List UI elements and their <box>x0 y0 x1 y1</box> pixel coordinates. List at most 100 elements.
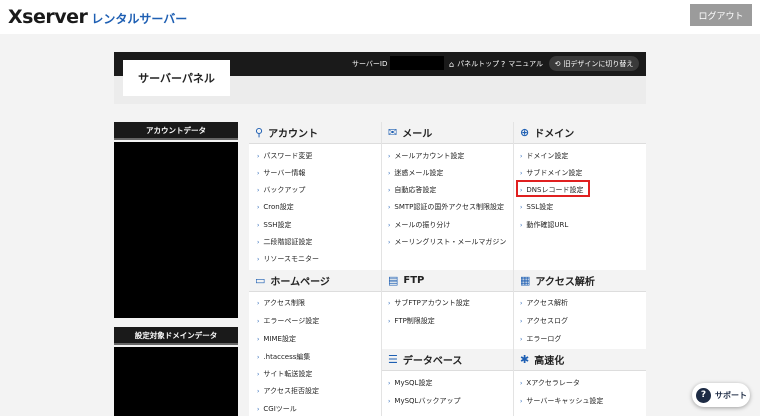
database-section-header: ☰ データベース <box>382 349 513 371</box>
account-section-title: アカウント <box>268 129 319 140</box>
top-bar: Xserver レンタルサーバー ログアウト <box>0 0 760 34</box>
menu-item-ssh[interactable]: › SSH設定 <box>257 220 292 230</box>
arrow-icon: › <box>257 405 260 413</box>
manual-label: マニュアル <box>508 60 544 68</box>
mail-section-title: メール <box>402 129 433 140</box>
menu-item-mysql[interactable]: › MySQL設定 <box>388 378 432 388</box>
arrow-icon: › <box>257 317 260 325</box>
menu-item-label: エラーログ <box>526 335 562 343</box>
menu-item-label: Xアクセラレータ <box>526 379 580 387</box>
logout-button[interactable]: ログアウト <box>690 4 752 26</box>
arrow-icon: › <box>257 186 260 194</box>
domain-section-title: ドメイン <box>534 129 575 140</box>
arrow-icon: › <box>388 186 391 194</box>
manual-link[interactable]: ? マニュアル <box>501 59 543 69</box>
menu-item-label: MIME設定 <box>263 335 296 343</box>
menu-item-resource-monitor[interactable]: › リソースモニター <box>257 254 319 264</box>
menu-item-autoreply[interactable]: › 自動応答設定 <box>388 185 436 195</box>
menu-item-access-log[interactable]: › アクセスログ <box>520 316 568 326</box>
menu-item-label: 迷惑メール設定 <box>394 169 444 177</box>
arrow-icon: › <box>257 152 260 160</box>
speed-icon: ✱ <box>520 353 530 366</box>
logo-main: Xserver <box>8 6 88 28</box>
ftp-section-header: ▤ FTP <box>382 270 513 292</box>
menu-item-label: .htaccess編集 <box>263 353 311 361</box>
menu-item-2fa[interactable]: › 二段階認証設定 <box>257 237 312 247</box>
menu-item-label: サブドメイン設定 <box>526 169 583 177</box>
arrow-icon: › <box>388 169 391 177</box>
menu-item-label: サーバー情報 <box>263 169 306 177</box>
menu-item-label: バックアップ <box>263 186 306 194</box>
arrow-icon: › <box>257 387 260 395</box>
arrow-icon: › <box>520 221 523 229</box>
domain-data-block <box>114 347 238 416</box>
menu-item-mail-filter[interactable]: › メールの振り分け <box>388 220 450 230</box>
arrow-icon: › <box>257 335 260 343</box>
arrow-icon: › <box>520 379 523 387</box>
menu-item-label: 自動応答設定 <box>394 186 437 194</box>
menu-item-server-info[interactable]: › サーバー情報 <box>257 168 305 178</box>
menu-item-site-redirect[interactable]: › サイト転送設定 <box>257 369 312 379</box>
menu-item-cron[interactable]: › Cron設定 <box>257 202 294 212</box>
chart-icon: ▦ <box>520 274 531 287</box>
menu-item-mime[interactable]: › MIME設定 <box>257 334 296 344</box>
menu-item-subdomain[interactable]: › サブドメイン設定 <box>520 168 582 178</box>
menu-item-domain-settings[interactable]: › ドメイン設定 <box>520 151 568 161</box>
panel-top-link[interactable]: ⌂ パネルトップ <box>449 59 499 69</box>
menu-item-label: アクセスログ <box>526 317 569 325</box>
arrow-icon: › <box>257 238 260 246</box>
switch-icon: ⟲ <box>554 59 561 68</box>
menu-item-spam[interactable]: › 迷惑メール設定 <box>388 168 443 178</box>
menu-item-label: MySQLバックアップ <box>394 397 461 405</box>
menu-item-access-analytics[interactable]: › アクセス解析 <box>520 298 568 308</box>
xserver-logo[interactable]: Xserver レンタルサーバー <box>8 6 187 28</box>
mail-icon: ✉ <box>388 126 398 139</box>
arrow-icon: › <box>257 299 260 307</box>
arrow-icon: › <box>520 397 523 405</box>
menu-item-mailing-list[interactable]: › メーリングリスト・メールマガジン <box>388 237 506 247</box>
menu-item-mail-account[interactable]: › メールアカウント設定 <box>388 151 464 161</box>
arrow-icon: › <box>520 203 523 211</box>
menu-item-error-page[interactable]: › エラーページ設定 <box>257 316 319 326</box>
menu-item-sub-ftp[interactable]: › サブFTPアカウント設定 <box>388 298 470 308</box>
old-design-button[interactable]: ⟲ 旧デザインに切り替え <box>549 56 639 71</box>
analytics-section-header: ▦ アクセス解析 <box>514 270 646 292</box>
menu-item-access-deny[interactable]: › アクセス拒否設定 <box>257 386 319 396</box>
menu-item-access-restriction[interactable]: › アクセス制限 <box>257 298 305 308</box>
menu-item-ssl[interactable]: › SSL設定 <box>520 202 553 212</box>
menu-item-htaccess[interactable]: › .htaccess編集 <box>257 352 310 362</box>
menu-item-ftp-restriction[interactable]: › FTP制限設定 <box>388 316 435 326</box>
support-label: サポート <box>715 390 747 400</box>
menu-item-label: アクセス制限 <box>263 299 306 307</box>
support-button[interactable]: ? サポート <box>692 383 750 407</box>
ftp-icon: ▤ <box>388 274 399 287</box>
arrow-icon: › <box>388 299 391 307</box>
menu-item-mysql-backup[interactable]: › MySQLバックアップ <box>388 396 460 406</box>
menu-item-server-cache[interactable]: › サーバーキャッシュ設定 <box>520 396 603 406</box>
home-icon: ⌂ <box>449 59 455 69</box>
menu-item-label: MySQL設定 <box>394 379 433 387</box>
menu-item-label: SMTP認証の国外アクセス制限設定 <box>394 203 505 211</box>
menu-item-label: サーバーキャッシュ設定 <box>526 397 604 405</box>
arrow-icon: › <box>257 370 260 378</box>
mail-section-header: ✉ メール <box>382 122 513 144</box>
arrow-icon: › <box>388 221 391 229</box>
menu-item-label: リソースモニター <box>263 255 320 263</box>
homepage-section-header: ▭ ホームページ <box>249 270 381 292</box>
menu-item-label: ドメイン設定 <box>526 152 569 160</box>
server-id-label: サーバーID <box>352 60 388 68</box>
arrow-icon: › <box>520 169 523 177</box>
menu-item-label: SSH設定 <box>263 221 292 229</box>
menu-item-cgi-tools[interactable]: › CGIツール <box>257 404 297 414</box>
arrow-icon: › <box>388 152 391 160</box>
arrow-icon: › <box>257 221 260 229</box>
account-data-block <box>114 142 238 318</box>
menu-item-label: SSL設定 <box>526 203 554 211</box>
menu-item-backup[interactable]: › バックアップ <box>257 185 305 195</box>
domain-data-header: 設定対象ドメインデータ <box>114 327 238 345</box>
menu-item-password[interactable]: › パスワード変更 <box>257 151 312 161</box>
menu-item-check-url[interactable]: › 動作確認URL <box>520 220 568 230</box>
menu-item-error-log[interactable]: › エラーログ <box>520 334 561 344</box>
menu-item-x-accelerator[interactable]: › Xアクセラレータ <box>520 378 580 388</box>
menu-item-smtp-restriction[interactable]: › SMTP認証の国外アクセス制限設定 <box>388 202 504 212</box>
